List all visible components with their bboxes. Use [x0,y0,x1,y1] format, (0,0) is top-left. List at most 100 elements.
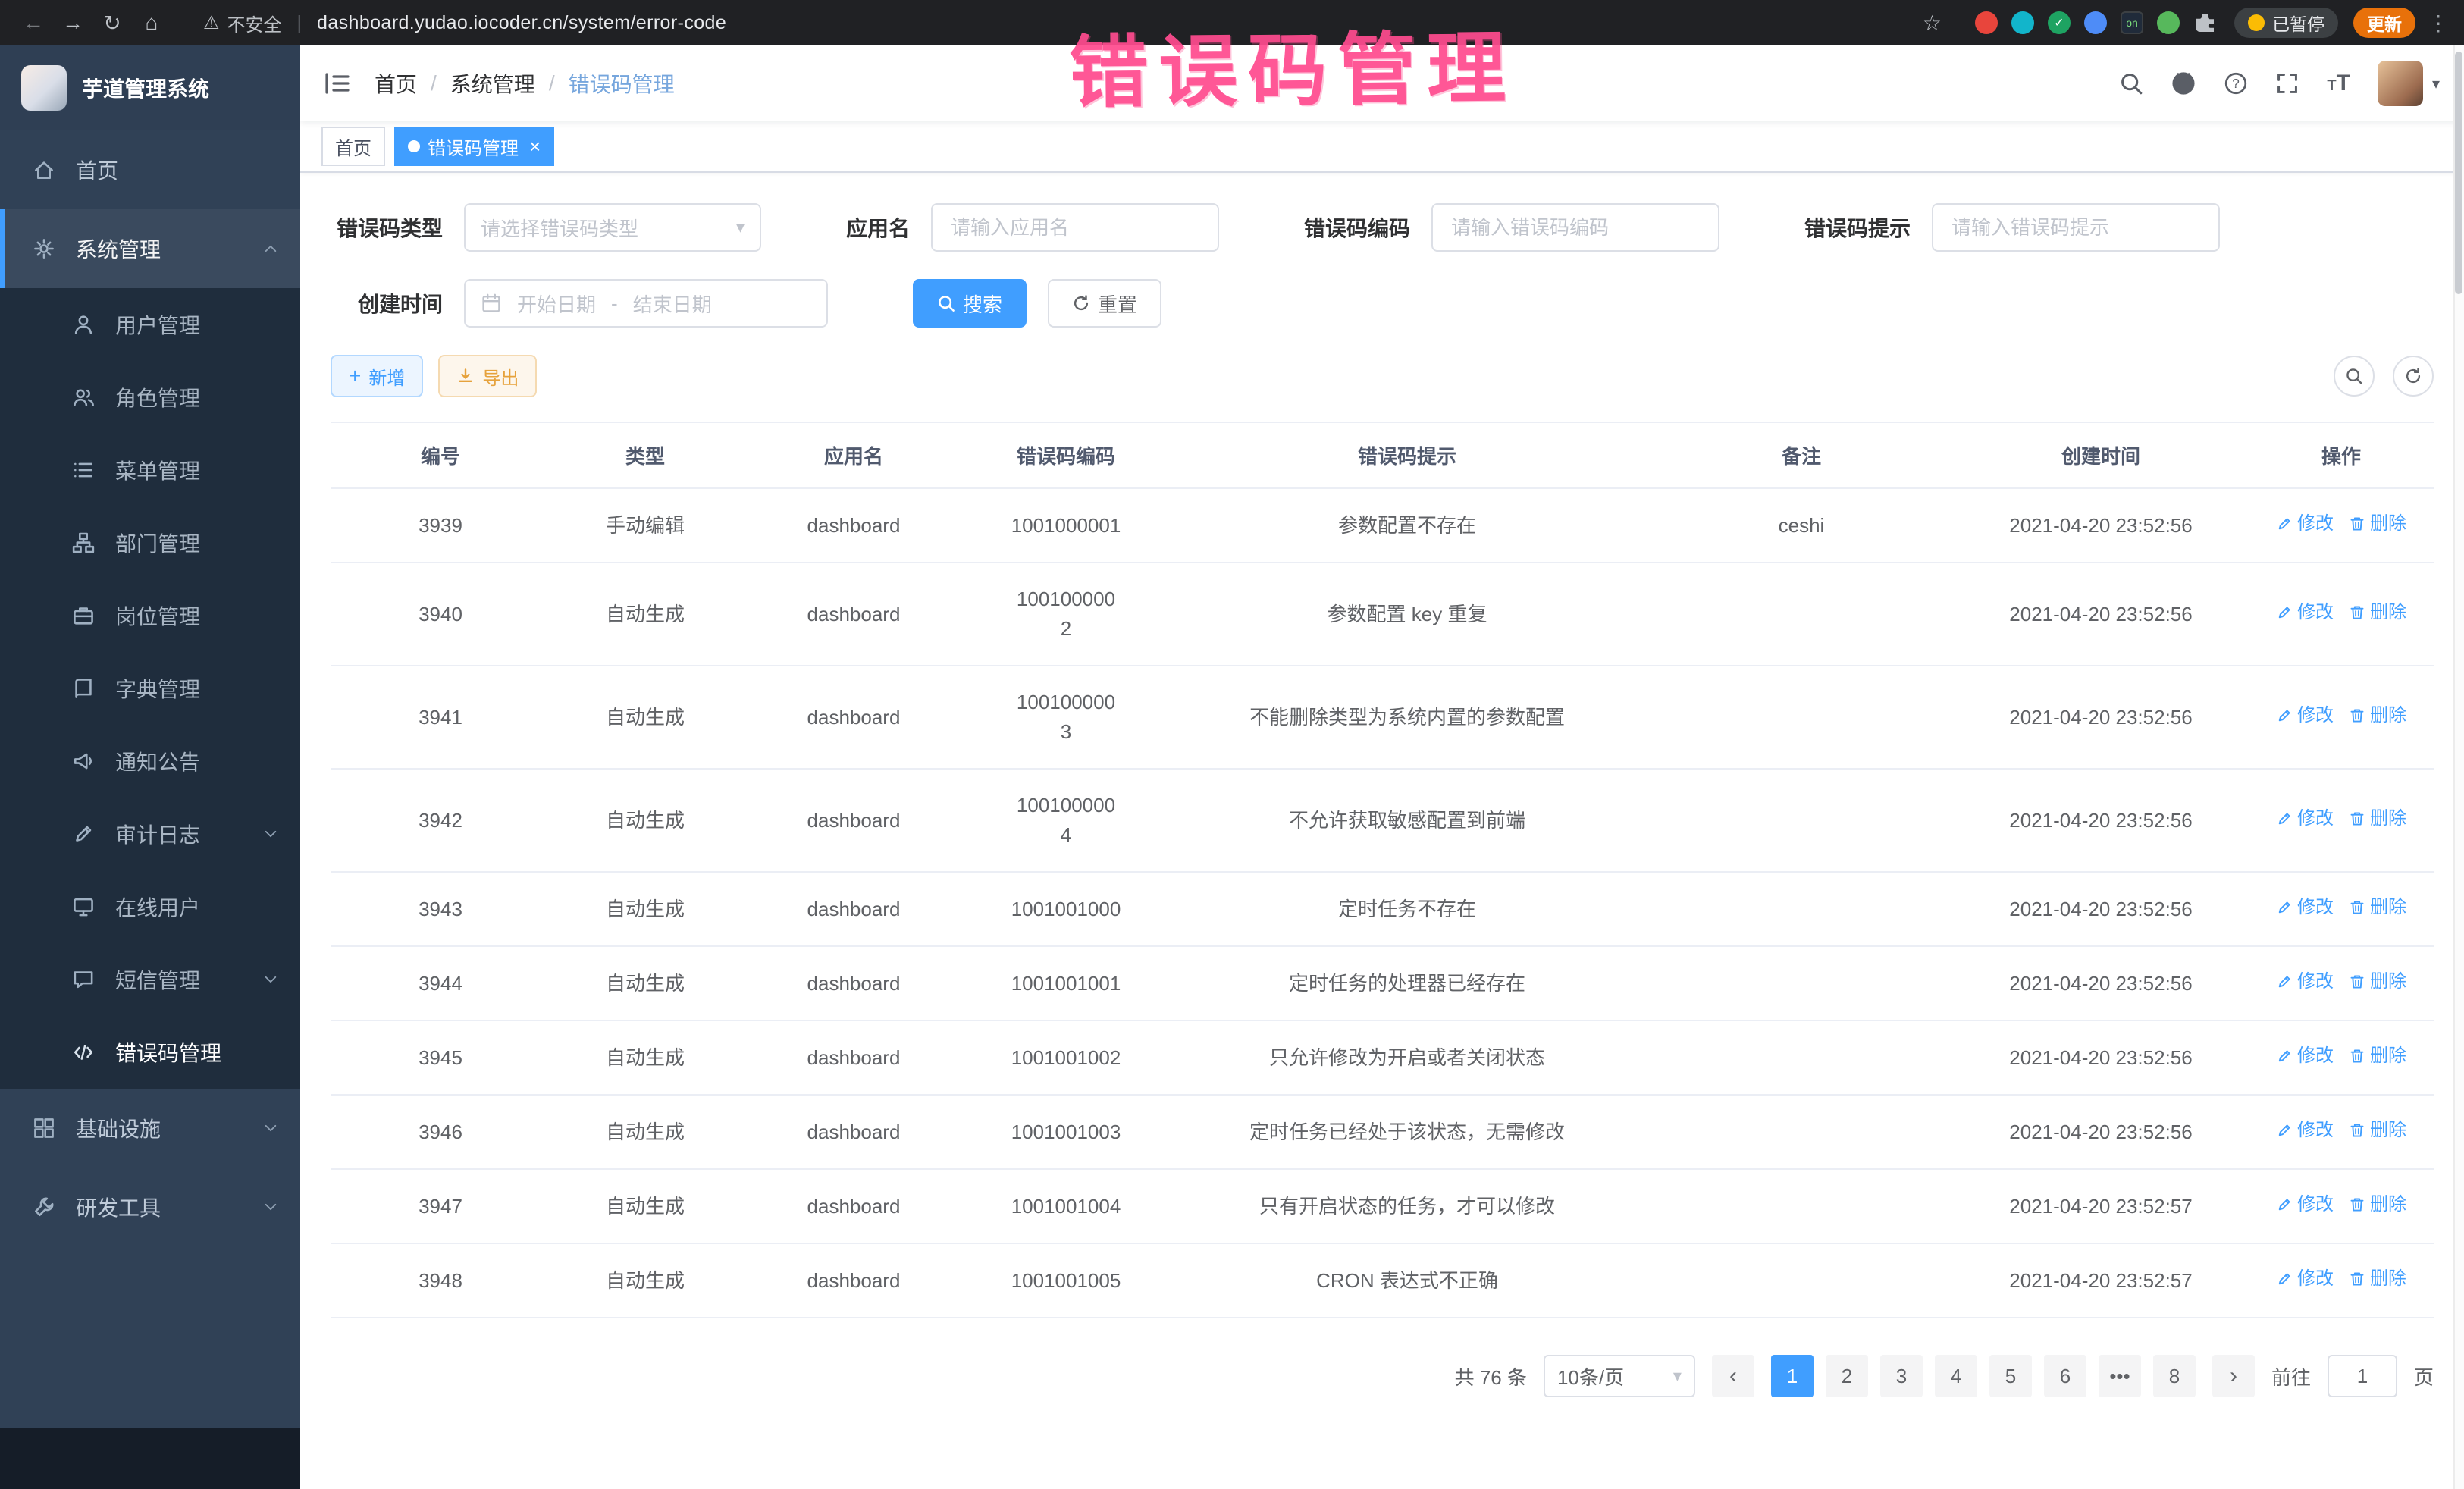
sidebar-item-megaphone[interactable]: 通知公告 [0,725,300,798]
delete-link[interactable]: 删除 [2349,510,2406,538]
prev-page-button[interactable]: ‹ [1712,1355,1754,1397]
more-pages-button[interactable]: ••• [2099,1355,2141,1397]
back-icon[interactable]: ← [15,5,52,41]
fullscreen-icon[interactable] [2275,71,2299,96]
sidebar-item-user[interactable]: 用户管理 [0,288,300,361]
reset-button[interactable]: 重置 [1048,279,1161,328]
edit-link[interactable]: 修改 [2276,894,2334,921]
app-logo[interactable]: 芋道管理系统 [0,45,300,130]
refresh-table-icon[interactable] [2393,356,2434,397]
forward-icon[interactable]: → [55,5,91,41]
page-button-4[interactable]: 4 [1935,1355,1977,1397]
extensions-puzzle-icon[interactable] [2193,11,2216,34]
search-button[interactable]: 搜索 [913,279,1027,328]
font-size-icon[interactable]: TT [2327,71,2350,96]
extension-people-icon[interactable] [2084,11,2107,34]
browser-menu-icon[interactable]: ⋮ [2428,11,2449,36]
url-text[interactable]: dashboard.yudao.iocoder.cn/system/error-… [317,12,726,34]
breadcrumb-home[interactable]: 首页 [375,68,417,99]
edit-link[interactable]: 修改 [2276,599,2334,626]
sidebar-item-briefcase[interactable]: 岗位管理 [0,579,300,652]
delete-link[interactable]: 删除 [2349,1042,2406,1070]
page-button-2[interactable]: 2 [1826,1355,1868,1397]
search-icon[interactable] [2119,71,2143,96]
sidebar-item-home[interactable]: 首页 [0,130,300,209]
table-row[interactable]: 3941自动生成dashboard100100000 3不能删除类型为系统内置的… [331,666,2434,769]
refresh-icon[interactable]: ↻ [94,5,130,41]
close-icon[interactable]: × [529,136,541,156]
window-scrollbar[interactable] [2453,45,2464,1489]
delete-link[interactable]: 删除 [2349,702,2406,729]
scrollbar-thumb[interactable] [2455,52,2462,294]
goto-page-input[interactable] [2328,1355,2397,1397]
not-secure-warning[interactable]: ⚠ 不安全 [203,10,282,36]
table-row[interactable]: 3940自动生成dashboard100100000 2参数配置 key 重复2… [331,563,2434,666]
extension-leaf-icon[interactable] [2157,11,2180,34]
sidebar-item-book[interactable]: 字典管理 [0,652,300,725]
sidebar-item-infra[interactable]: 基础设施 [0,1089,300,1168]
help-icon[interactable]: ? [2224,71,2248,96]
sidebar-item-code[interactable]: 错误码管理 [0,1016,300,1089]
tab-home[interactable]: 首页 [321,127,385,166]
error-type-select[interactable]: 请选择错误码类型 ▾ [464,203,761,252]
tab-error-code[interactable]: 错误码管理 × [394,127,554,166]
table-row[interactable]: 3947自动生成dashboard1001001004只有开启状态的任务，才可以… [331,1169,2434,1243]
extension-teal-icon[interactable] [2011,11,2034,34]
delete-link[interactable]: 删除 [2349,968,2406,995]
edit-link[interactable]: 修改 [2276,1042,2334,1070]
error-hint-input[interactable] [1932,203,2220,252]
sidebar-item-monitor[interactable]: 在线用户 [0,870,300,943]
table-row[interactable]: 3943自动生成dashboard1001001000定时任务不存在2021-0… [331,872,2434,946]
delete-link[interactable]: 删除 [2349,805,2406,832]
page-button-3[interactable]: 3 [1880,1355,1923,1397]
table-row[interactable]: 3944自动生成dashboard1001001001定时任务的处理器已经存在2… [331,946,2434,1020]
toggle-search-icon[interactable] [2334,356,2375,397]
next-page-button[interactable]: › [2212,1355,2255,1397]
page-size-select[interactable]: 10条/页 ▾ [1544,1355,1695,1397]
delete-link[interactable]: 删除 [2349,599,2406,626]
page-button-5[interactable]: 5 [1989,1355,2032,1397]
paused-badge[interactable]: 已暂停 [2234,8,2338,38]
sidebar-item-list[interactable]: 菜单管理 [0,434,300,506]
app-name-input[interactable] [931,203,1219,252]
add-button[interactable]: + 新增 [331,355,423,397]
sidebar-item-gear[interactable]: 系统管理 [0,209,300,288]
hamburger-icon[interactable] [300,72,375,95]
github-icon[interactable] [2171,71,2196,96]
table-row[interactable]: 3939手动编辑dashboard1001000001参数配置不存在ceshi2… [331,488,2434,563]
edit-link[interactable]: 修改 [2276,510,2334,538]
breadcrumb-system[interactable]: 系统管理 [450,68,535,99]
table-row[interactable]: 3945自动生成dashboard1001001002只允许修改为开启或者关闭状… [331,1020,2434,1095]
delete-link[interactable]: 删除 [2349,1191,2406,1218]
delete-link[interactable]: 删除 [2349,1117,2406,1144]
page-button-8[interactable]: 8 [2153,1355,2196,1397]
extension-red-icon[interactable] [1975,11,1998,34]
error-code-input[interactable] [1431,203,1719,252]
home-icon[interactable]: ⌂ [133,5,170,41]
sidebar-item-users[interactable]: 角色管理 [0,361,300,434]
edit-link[interactable]: 修改 [2276,1117,2334,1144]
table-row[interactable]: 3948自动生成dashboard1001001005CRON 表达式不正确20… [331,1243,2434,1318]
address-bar[interactable]: ⚠ 不安全 | dashboard.yudao.iocoder.cn/syste… [188,5,1957,41]
delete-link[interactable]: 删除 [2349,894,2406,921]
edit-link[interactable]: 修改 [2276,805,2334,832]
update-button[interactable]: 更新 [2353,8,2415,38]
extension-green-check-icon[interactable]: ✓ [2048,11,2071,34]
sidebar-item-edit[interactable]: 审计日志 [0,798,300,870]
user-menu[interactable]: ▾ [2378,61,2440,106]
sidebar-item-wrench[interactable]: 研发工具 [0,1168,300,1246]
edit-link[interactable]: 修改 [2276,1191,2334,1218]
sidebar-item-tree[interactable]: 部门管理 [0,506,300,579]
date-range-picker[interactable]: 开始日期 - 结束日期 [464,279,828,328]
bookmark-star-icon[interactable]: ☆ [1923,11,1942,36]
delete-link[interactable]: 删除 [2349,1265,2406,1293]
page-button-6[interactable]: 6 [2044,1355,2086,1397]
edit-link[interactable]: 修改 [2276,968,2334,995]
table-row[interactable]: 3946自动生成dashboard1001001003定时任务已经处于该状态，无… [331,1095,2434,1169]
export-button[interactable]: 导出 [438,355,537,397]
table-row[interactable]: 3942自动生成dashboard100100000 4不允许获取敏感配置到前端… [331,769,2434,872]
extension-on-badge-icon[interactable]: on [2121,11,2143,34]
page-button-1[interactable]: 1 [1771,1355,1814,1397]
edit-link[interactable]: 修改 [2276,702,2334,729]
edit-link[interactable]: 修改 [2276,1265,2334,1293]
